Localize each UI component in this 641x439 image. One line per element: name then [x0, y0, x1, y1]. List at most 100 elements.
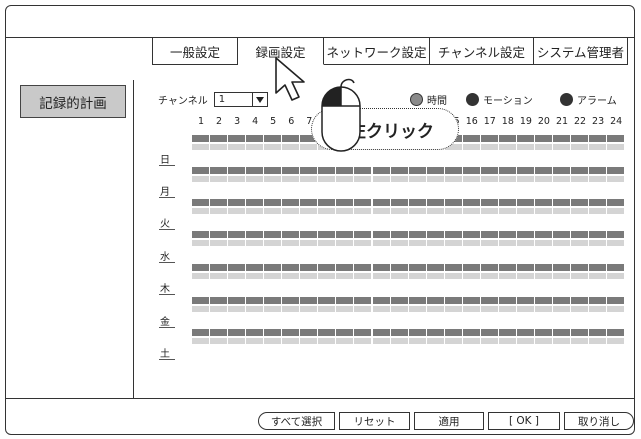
- schedule-cell[interactable]: [282, 135, 300, 142]
- schedule-cell[interactable]: [516, 273, 534, 279]
- schedule-cell[interactable]: [354, 273, 372, 279]
- schedule-cell[interactable]: [516, 199, 534, 206]
- schedule-row[interactable]: [192, 199, 625, 215]
- schedule-cell[interactable]: [390, 306, 408, 312]
- schedule-cell[interactable]: [408, 306, 426, 312]
- schedule-cell[interactable]: [318, 338, 336, 344]
- schedule-cell[interactable]: [426, 167, 444, 174]
- schedule-cell[interactable]: [462, 240, 480, 246]
- schedule-cell[interactable]: [336, 306, 354, 312]
- schedule-cell[interactable]: [571, 338, 589, 344]
- schedule-cell[interactable]: [498, 329, 516, 336]
- schedule-cell[interactable]: [553, 329, 571, 336]
- schedule-cell[interactable]: [228, 199, 246, 206]
- schedule-cell[interactable]: [390, 240, 408, 246]
- schedule-cell[interactable]: [607, 135, 625, 142]
- schedule-cell[interactable]: [607, 199, 625, 206]
- schedule-cell[interactable]: [462, 208, 480, 214]
- schedule-cell[interactable]: [264, 240, 282, 246]
- schedule-cell[interactable]: [300, 297, 318, 304]
- schedule-cell[interactable]: [192, 329, 210, 336]
- schedule-cell[interactable]: [210, 240, 228, 246]
- schedule-cell[interactable]: [534, 231, 552, 238]
- schedule-cell[interactable]: [444, 231, 462, 238]
- schedule-cell[interactable]: [318, 240, 336, 246]
- schedule-cell[interactable]: [534, 135, 552, 142]
- schedule-cell[interactable]: [444, 273, 462, 279]
- schedule-cell[interactable]: [390, 329, 408, 336]
- schedule-cell[interactable]: [246, 176, 264, 182]
- schedule-cell[interactable]: [534, 273, 552, 279]
- cancel-button[interactable]: 取り消し: [564, 412, 634, 430]
- schedule-cell[interactable]: [480, 329, 498, 336]
- schedule-cell[interactable]: [228, 240, 246, 246]
- schedule-cell[interactable]: [282, 306, 300, 312]
- schedule-cell[interactable]: [354, 231, 372, 238]
- schedule-cell[interactable]: [192, 231, 210, 238]
- schedule-cell[interactable]: [264, 144, 282, 150]
- schedule-cell[interactable]: [480, 264, 498, 271]
- schedule-cell[interactable]: [534, 297, 552, 304]
- schedule-cell[interactable]: [372, 306, 390, 312]
- schedule-cell[interactable]: [192, 306, 210, 312]
- schedule-cell[interactable]: [607, 329, 625, 336]
- schedule-cell[interactable]: [318, 297, 336, 304]
- schedule-cell[interactable]: [462, 231, 480, 238]
- schedule-cell[interactable]: [336, 273, 354, 279]
- schedule-cell[interactable]: [426, 240, 444, 246]
- schedule-cell[interactable]: [192, 144, 210, 150]
- schedule-cell[interactable]: [462, 297, 480, 304]
- schedule-cell[interactable]: [480, 231, 498, 238]
- schedule-cell[interactable]: [282, 231, 300, 238]
- schedule-cell[interactable]: [553, 208, 571, 214]
- schedule-cell[interactable]: [444, 329, 462, 336]
- schedule-cell[interactable]: [589, 297, 607, 304]
- schedule-cell[interactable]: [553, 135, 571, 142]
- schedule-cell[interactable]: [408, 167, 426, 174]
- schedule-cell[interactable]: [282, 273, 300, 279]
- schedule-cell[interactable]: [480, 338, 498, 344]
- schedule-cell[interactable]: [571, 176, 589, 182]
- schedule-cell[interactable]: [264, 208, 282, 214]
- schedule-cell[interactable]: [210, 167, 228, 174]
- schedule-cell[interactable]: [607, 273, 625, 279]
- schedule-cell[interactable]: [516, 176, 534, 182]
- schedule-cell[interactable]: [300, 240, 318, 246]
- schedule-cell[interactable]: [228, 208, 246, 214]
- schedule-cell[interactable]: [498, 306, 516, 312]
- schedule-cell[interactable]: [571, 306, 589, 312]
- schedule-cell[interactable]: [390, 273, 408, 279]
- schedule-cell[interactable]: [553, 306, 571, 312]
- schedule-cell[interactable]: [336, 264, 354, 271]
- schedule-cell[interactable]: [318, 199, 336, 206]
- select-all-button[interactable]: すべて選択: [258, 412, 335, 430]
- schedule-cell[interactable]: [534, 208, 552, 214]
- schedule-cell[interactable]: [553, 338, 571, 344]
- schedule-cell[interactable]: [228, 264, 246, 271]
- ok-button[interactable]: [ OK ]: [488, 412, 560, 430]
- schedule-cell[interactable]: [264, 176, 282, 182]
- schedule-cell[interactable]: [336, 329, 354, 336]
- schedule-cell[interactable]: [571, 329, 589, 336]
- schedule-cell[interactable]: [192, 199, 210, 206]
- schedule-cell[interactable]: [192, 264, 210, 271]
- schedule-cell[interactable]: [246, 273, 264, 279]
- schedule-cell[interactable]: [390, 199, 408, 206]
- schedule-cell[interactable]: [498, 167, 516, 174]
- schedule-cell[interactable]: [589, 240, 607, 246]
- schedule-cell[interactable]: [426, 199, 444, 206]
- schedule-cell[interactable]: [571, 144, 589, 150]
- schedule-cell[interactable]: [372, 231, 390, 238]
- schedule-cell[interactable]: [282, 167, 300, 174]
- schedule-cell[interactable]: [607, 297, 625, 304]
- schedule-cell[interactable]: [192, 338, 210, 344]
- schedule-cell[interactable]: [228, 273, 246, 279]
- schedule-cell[interactable]: [553, 240, 571, 246]
- schedule-cell[interactable]: [210, 264, 228, 271]
- schedule-cell[interactable]: [607, 144, 625, 150]
- schedule-cell[interactable]: [354, 208, 372, 214]
- schedule-cell[interactable]: [462, 338, 480, 344]
- schedule-cell[interactable]: [426, 329, 444, 336]
- schedule-cell[interactable]: [390, 176, 408, 182]
- schedule-cell[interactable]: [516, 329, 534, 336]
